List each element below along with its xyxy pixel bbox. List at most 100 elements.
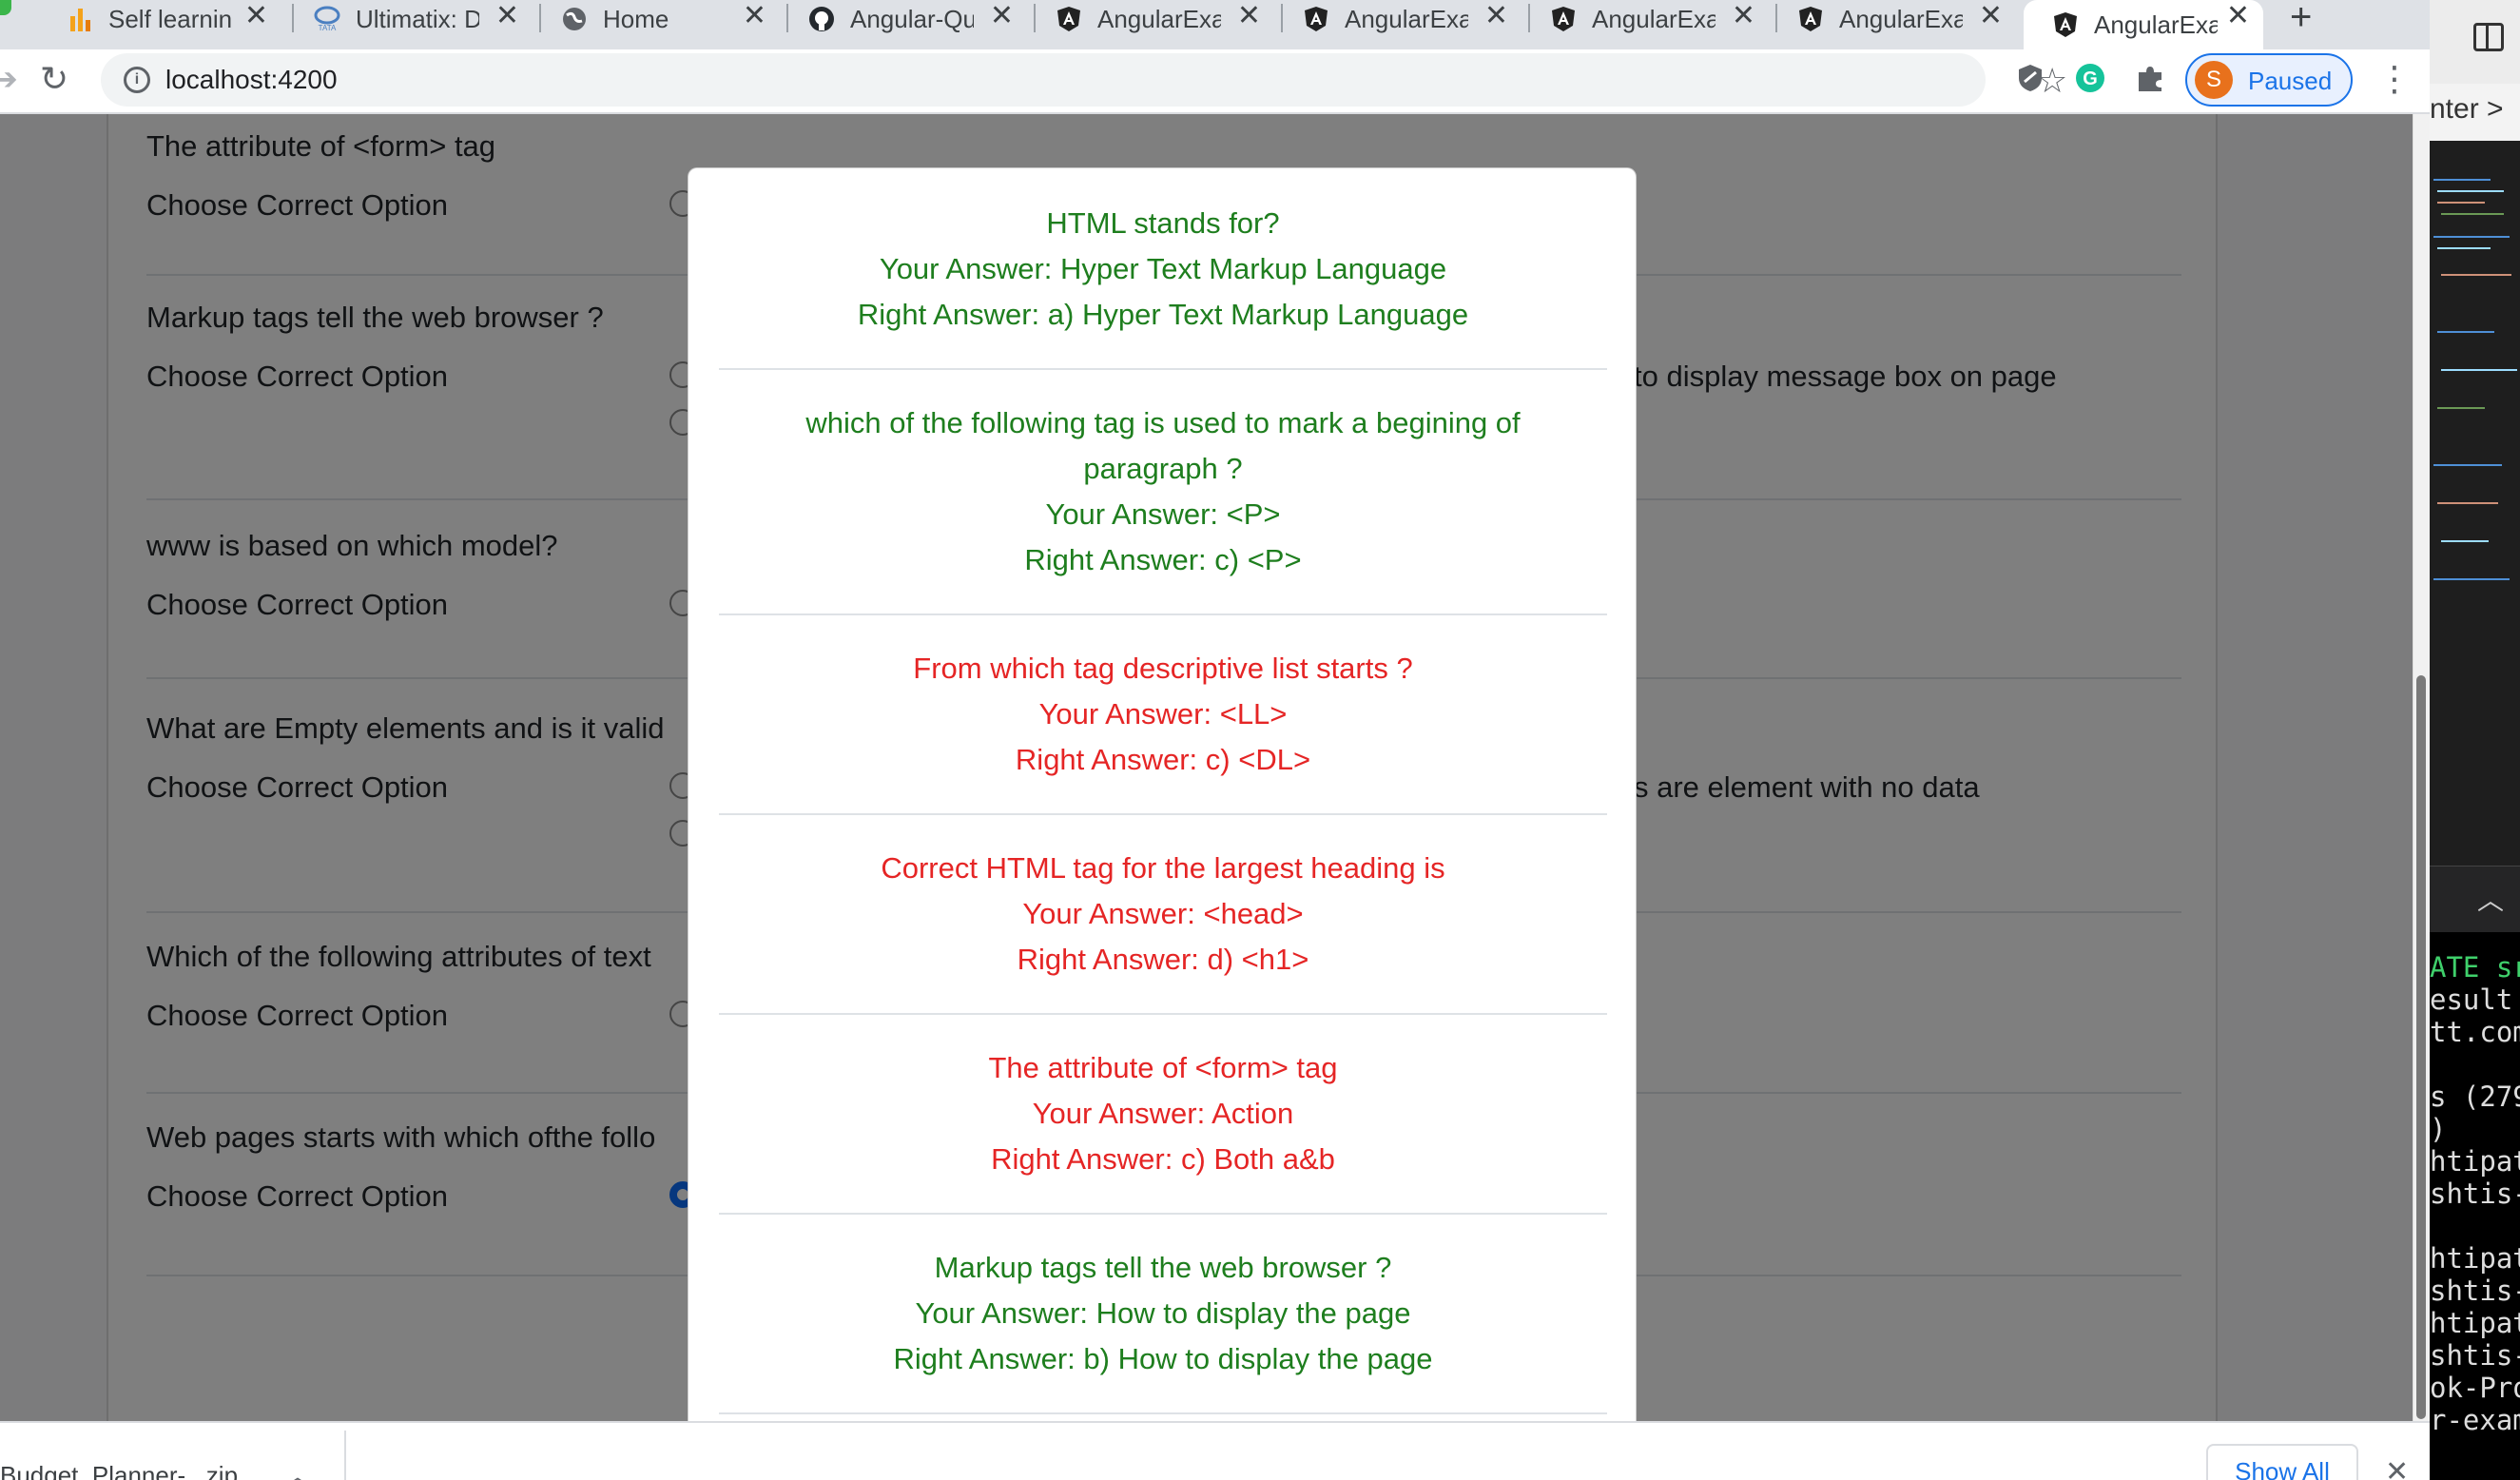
info-icon[interactable]: i bbox=[124, 67, 150, 93]
side-top-bar bbox=[2430, 0, 2520, 84]
result-item: From which tag descriptive list starts ?… bbox=[719, 646, 1607, 783]
result-item: Correct HTML tag for the largest heading… bbox=[719, 846, 1607, 983]
divider bbox=[719, 368, 1607, 370]
tab-title: Self learning bbox=[108, 4, 232, 33]
download-file-name[interactable]: Budget_Planner-...zip bbox=[0, 1461, 238, 1480]
back-arrow-icon[interactable]: ➔ bbox=[0, 61, 18, 97]
result-item: The attribute of <form> tag Your Answer:… bbox=[719, 1045, 1607, 1182]
close-icon[interactable]: ✕ bbox=[1484, 2, 1508, 30]
tab-title: AngularExample bbox=[2094, 10, 2218, 39]
github-icon bbox=[808, 6, 835, 32]
close-icon[interactable]: ✕ bbox=[2226, 2, 2250, 30]
close-icon[interactable]: ✕ bbox=[743, 2, 766, 30]
close-icon[interactable]: ✕ bbox=[244, 2, 268, 30]
tab-angular-example-active[interactable]: AngularExample ✕ bbox=[2024, 0, 2263, 49]
grammarly-icon[interactable]: G bbox=[2073, 61, 2107, 95]
chevron-up-icon[interactable]: ︿ bbox=[2477, 880, 2504, 918]
terminal-output: ATE src esult tt.com s (279 ) htipat sht… bbox=[2430, 932, 2520, 1480]
tab-title: AngularExample bbox=[1345, 4, 1468, 33]
tab-self-learning[interactable]: Self learning ✕ bbox=[38, 0, 281, 38]
tata-icon: TATA bbox=[314, 6, 340, 32]
window-control-dot[interactable] bbox=[0, 0, 11, 15]
terminal-line: r-exam bbox=[2430, 1404, 2520, 1436]
terminal-line: s (279 bbox=[2430, 1081, 2520, 1113]
show-all-button[interactable]: Show All bbox=[2206, 1444, 2358, 1480]
tab-title: AngularExample bbox=[1592, 4, 1716, 33]
sidebar-toggle-icon[interactable] bbox=[2473, 23, 2504, 51]
tab-title: AngularExample bbox=[1097, 4, 1221, 33]
result-item: HTML stands for? Your Answer: Hyper Text… bbox=[719, 201, 1607, 338]
terminal-line: shtis- bbox=[2430, 1339, 2520, 1372]
shield-extension-icon[interactable] bbox=[2013, 61, 2047, 95]
globe-icon bbox=[561, 6, 588, 32]
tab-angular-example-3[interactable]: AngularExample ✕ bbox=[1522, 0, 1769, 38]
address-bar[interactable]: i localhost:4200 ☆ bbox=[101, 53, 2067, 107]
tab-angular-quiz[interactable]: Angular-Quiz ✕ bbox=[780, 0, 1027, 38]
close-icon[interactable]: ✕ bbox=[2385, 1455, 2409, 1480]
divider bbox=[719, 1013, 1607, 1015]
editor-side-panel: nter > ︿ ATE src esult tt.com s (279 ) h… bbox=[2430, 0, 2520, 1480]
tab-title: Home bbox=[603, 4, 669, 33]
close-icon[interactable]: ✕ bbox=[1237, 2, 1261, 30]
url-text[interactable]: localhost:4200 bbox=[165, 65, 338, 95]
tab-home[interactable]: Home ✕ bbox=[533, 0, 780, 38]
tab-title: AngularExample bbox=[1839, 4, 1963, 33]
profile-button[interactable]: S Paused bbox=[2185, 53, 2353, 107]
angular-icon bbox=[1303, 6, 1329, 32]
your-answer: Your Answer: <P> bbox=[1045, 497, 1281, 531]
divider bbox=[719, 613, 1607, 615]
tab-angular-example-1[interactable]: AngularExample ✕ bbox=[1027, 0, 1274, 38]
right-answer: Right Answer: b) How to display the page bbox=[893, 1342, 1433, 1375]
right-answer: Right Answer: c) Both a&b bbox=[991, 1142, 1335, 1176]
close-icon[interactable]: ✕ bbox=[495, 2, 519, 30]
tab-angular-example-4[interactable]: AngularExample ✕ bbox=[1769, 0, 2016, 38]
svg-text:TATA: TATA bbox=[319, 24, 337, 32]
angular-icon bbox=[2052, 11, 2079, 38]
result-question: From which tag descriptive list starts ? bbox=[913, 652, 1413, 685]
tab-ultimatix[interactable]: TATA Ultimatix: Dashboard ✕ bbox=[285, 0, 533, 38]
your-answer: Your Answer: Hyper Text Markup Language bbox=[879, 252, 1447, 285]
right-answer: Right Answer: c) <P> bbox=[1024, 543, 1302, 576]
close-icon[interactable]: ✕ bbox=[990, 2, 1014, 30]
download-shelf: Budget_Planner-...zip ︿ Show All ✕ bbox=[0, 1421, 2430, 1480]
result-question: Markup tags tell the web browser ? bbox=[934, 1251, 1392, 1284]
your-answer: Your Answer: <head> bbox=[1022, 897, 1304, 930]
avatar: S bbox=[2195, 61, 2233, 99]
result-question: HTML stands for? bbox=[1046, 206, 1280, 240]
result-question: Correct HTML tag for the largest heading… bbox=[881, 851, 1445, 885]
your-answer: Your Answer: Action bbox=[1032, 1097, 1294, 1130]
tab-strip: Self learning ✕ TATA Ultimatix: Dashboar… bbox=[0, 0, 2430, 49]
terminal-line: shtis- bbox=[2430, 1275, 2520, 1307]
divider bbox=[344, 1431, 346, 1480]
divider bbox=[719, 1213, 1607, 1215]
terminal-line: ATE src bbox=[2430, 951, 2520, 983]
close-icon[interactable]: ✕ bbox=[1979, 2, 2003, 30]
scrollbar-thumb[interactable] bbox=[2416, 675, 2426, 1419]
browser-window: Self learning ✕ TATA Ultimatix: Dashboar… bbox=[0, 0, 2430, 1480]
your-answer: Your Answer: <LL> bbox=[1038, 697, 1288, 730]
result-question: The attribute of <form> tag bbox=[988, 1051, 1338, 1084]
terminal-line: htipat bbox=[2430, 1145, 2520, 1178]
right-answer: Right Answer: a) Hyper Text Markup Langu… bbox=[857, 298, 1469, 331]
new-tab-button[interactable]: + bbox=[2290, 0, 2312, 39]
kebab-menu-icon[interactable]: ⋮ bbox=[2377, 59, 2412, 99]
angular-icon bbox=[1797, 6, 1824, 32]
page-content: The attribute of <form> tag Choose Corre… bbox=[0, 114, 2430, 1421]
tab-title: Ultimatix: Dashboard bbox=[356, 4, 479, 33]
code-minimap[interactable] bbox=[2430, 141, 2520, 864]
result-item: which of the following tag is used to ma… bbox=[719, 400, 1607, 583]
bar-chart-icon bbox=[67, 6, 93, 32]
terminal-line: ) bbox=[2430, 1113, 2447, 1145]
angular-icon bbox=[1550, 6, 1577, 32]
tab-angular-example-2[interactable]: AngularExample ✕ bbox=[1274, 0, 1522, 38]
terminal-line: tt.com bbox=[2430, 1016, 2520, 1048]
result-question: which of the following tag is used to ma… bbox=[805, 406, 1521, 485]
terminal-header: ︿ bbox=[2430, 866, 2520, 932]
close-icon[interactable]: ✕ bbox=[1732, 2, 1755, 30]
right-answer: Right Answer: d) <h1> bbox=[1017, 943, 1309, 976]
browser-toolbar: ➔ ↻ i localhost:4200 ☆ G S Paused ⋮ bbox=[0, 49, 2430, 114]
reload-icon[interactable]: ↻ bbox=[40, 59, 68, 99]
puzzle-extensions-icon[interactable] bbox=[2133, 61, 2167, 95]
terminal-line: htipat bbox=[2430, 1242, 2520, 1275]
chevron-up-icon[interactable]: ︿ bbox=[285, 1457, 310, 1480]
